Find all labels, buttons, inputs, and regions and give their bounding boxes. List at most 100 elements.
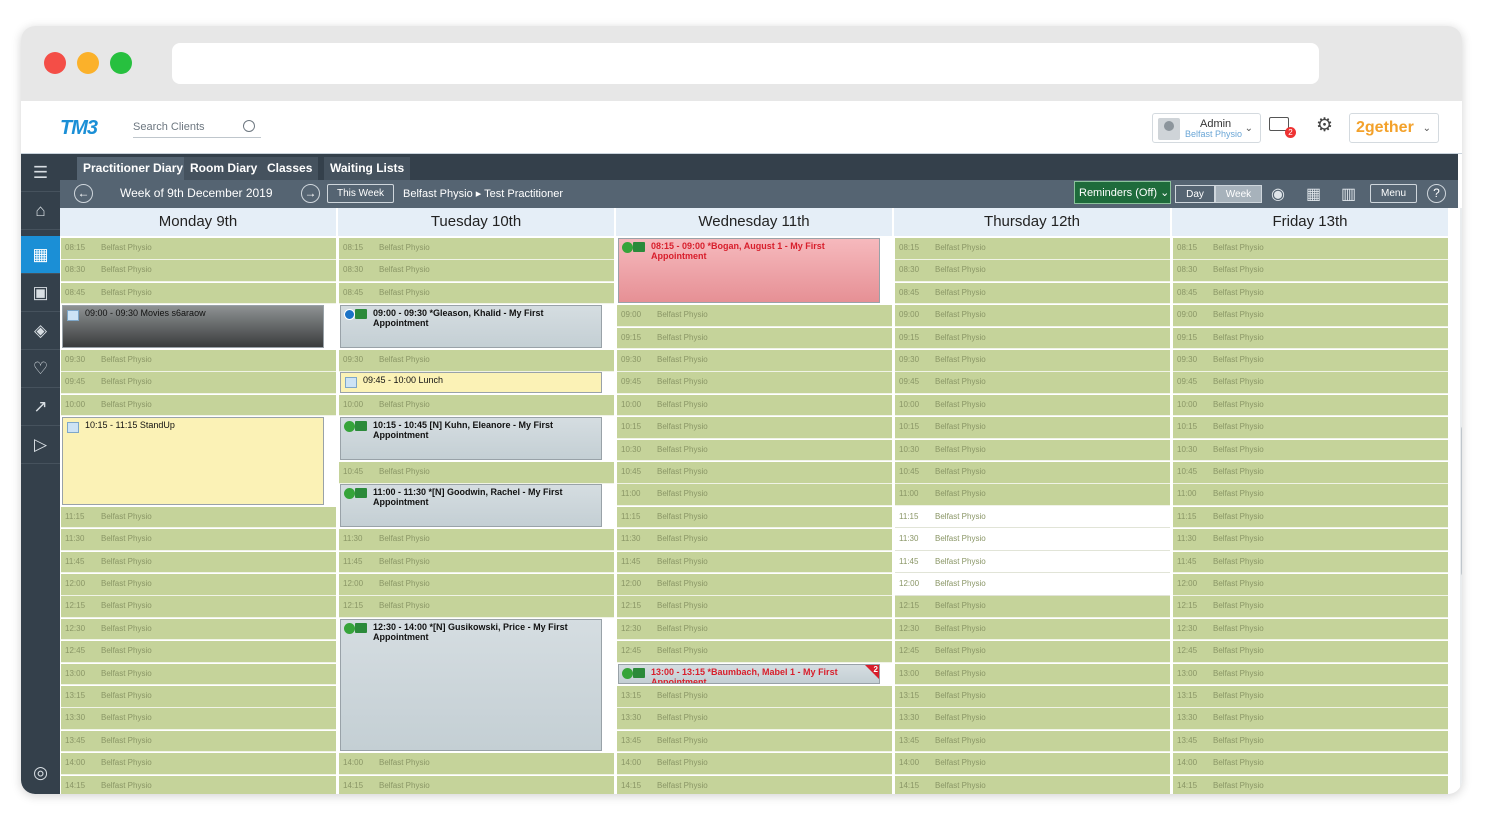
- time-slot[interactable]: 12:30 Belfast Physio: [1173, 618, 1448, 641]
- time-slot[interactable]: 14:00 Belfast Physio: [339, 753, 614, 775]
- time-slot[interactable]: 09:00 Belfast Physio: [895, 305, 1170, 327]
- time-slot[interactable]: 09:15 Belfast Physio: [895, 327, 1170, 350]
- home-icon[interactable]: ⌂: [21, 192, 60, 230]
- grid-calendar-icon[interactable]: ▦: [1306, 184, 1321, 204]
- tab-classes[interactable]: Classes: [261, 157, 319, 180]
- scrollbar-thumb[interactable]: [1461, 426, 1462, 576]
- time-slot[interactable]: 12:00 Belfast Physio: [61, 574, 336, 596]
- time-slot[interactable]: 13:45 Belfast Physio: [1173, 730, 1448, 753]
- tab-room-diary[interactable]: Room Diary: [184, 157, 264, 180]
- time-slot[interactable]: 08:30 Belfast Physio: [339, 260, 614, 282]
- time-slot[interactable]: 10:00 Belfast Physio: [1173, 394, 1448, 417]
- health-icon[interactable]: ♡: [21, 350, 60, 388]
- time-slot[interactable]: 09:30 Belfast Physio: [895, 350, 1170, 372]
- time-slot[interactable]: 11:15 Belfast Physio: [61, 506, 336, 529]
- appointment-block[interactable]: 13:00 - 13:15 *Baumbach, Mabel 1 - My Fi…: [618, 663, 880, 684]
- time-slot[interactable]: 11:45 Belfast Physio: [617, 551, 892, 574]
- time-slot[interactable]: 10:15 Belfast Physio: [1173, 417, 1448, 439]
- time-slot[interactable]: 10:00 Belfast Physio: [895, 394, 1170, 417]
- time-slot[interactable]: 12:30 Belfast Physio: [895, 618, 1170, 641]
- gear-icon[interactable]: ⚙: [1316, 114, 1333, 137]
- time-slot[interactable]: 14:15 Belfast Physio: [339, 775, 614, 794]
- appointment-block[interactable]: 09:45 - 10:00 Lunch: [340, 372, 602, 393]
- time-slot[interactable]: 08:15 Belfast Physio: [61, 238, 336, 260]
- practitioner-breadcrumb[interactable]: Belfast Physio ▸ Test Practitioner: [403, 187, 563, 200]
- time-slot[interactable]: 11:30 Belfast Physio: [895, 529, 1170, 551]
- time-slot[interactable]: 10:30 Belfast Physio: [617, 439, 892, 462]
- time-slot[interactable]: 12:00 Belfast Physio: [617, 574, 892, 596]
- this-week-button[interactable]: This Week: [327, 184, 394, 203]
- close-window-button[interactable]: [44, 52, 66, 74]
- time-slot[interactable]: 14:00 Belfast Physio: [617, 753, 892, 775]
- time-slot[interactable]: 12:15 Belfast Physio: [61, 596, 336, 618]
- time-slot[interactable]: 13:00 Belfast Physio: [1173, 663, 1448, 686]
- time-slot[interactable]: 09:45 Belfast Physio: [1173, 372, 1448, 394]
- time-slot[interactable]: 14:15 Belfast Physio: [895, 775, 1170, 794]
- time-slot[interactable]: 08:30 Belfast Physio: [61, 260, 336, 282]
- time-slot[interactable]: 14:15 Belfast Physio: [1173, 775, 1448, 794]
- chart-icon[interactable]: ▥: [1341, 184, 1356, 204]
- time-slot[interactable]: 08:15 Belfast Physio: [339, 238, 614, 260]
- time-slot[interactable]: 12:15 Belfast Physio: [339, 596, 614, 618]
- time-slot[interactable]: 11:00 Belfast Physio: [1173, 484, 1448, 506]
- time-slot[interactable]: 14:15 Belfast Physio: [61, 775, 336, 794]
- time-slot[interactable]: 13:15 Belfast Physio: [1173, 686, 1448, 708]
- time-slot[interactable]: 13:30 Belfast Physio: [1173, 708, 1448, 730]
- time-slot[interactable]: 13:30 Belfast Physio: [617, 708, 892, 730]
- time-slot[interactable]: 13:00 Belfast Physio: [61, 663, 336, 686]
- time-slot[interactable]: 12:45 Belfast Physio: [617, 641, 892, 663]
- time-slot[interactable]: 14:00 Belfast Physio: [895, 753, 1170, 775]
- time-slot[interactable]: 14:15 Belfast Physio: [617, 775, 892, 794]
- appointment-block[interactable]: 12:30 - 14:00 *[N] Gusikowski, Price - M…: [340, 618, 602, 752]
- time-slot[interactable]: 09:15 Belfast Physio: [617, 327, 892, 350]
- menu-button[interactable]: Menu: [1370, 184, 1417, 203]
- time-slot[interactable]: 08:45 Belfast Physio: [1173, 282, 1448, 305]
- search-clients-input[interactable]: Search Clients: [133, 118, 261, 138]
- time-slot[interactable]: 10:30 Belfast Physio: [895, 439, 1170, 462]
- time-slot[interactable]: 10:00 Belfast Physio: [339, 394, 614, 417]
- time-slot[interactable]: 08:15 Belfast Physio: [1173, 238, 1448, 260]
- time-slot[interactable]: 08:15 Belfast Physio: [895, 238, 1170, 260]
- chat-icon[interactable]: ◎: [21, 754, 60, 792]
- time-slot[interactable]: 13:45 Belfast Physio: [895, 730, 1170, 753]
- appointment-block[interactable]: 11:00 - 11:30 *[N] Goodwin, Rachel - My …: [340, 484, 602, 528]
- time-slot[interactable]: 12:00 Belfast Physio: [1173, 574, 1448, 596]
- time-slot[interactable]: 10:45 Belfast Physio: [339, 462, 614, 484]
- marketing-icon[interactable]: ▷: [21, 426, 60, 464]
- calendar-icon[interactable]: ▦: [21, 236, 60, 274]
- time-slot[interactable]: 10:00 Belfast Physio: [61, 394, 336, 417]
- time-slot[interactable]: 09:45 Belfast Physio: [895, 372, 1170, 394]
- reports-icon[interactable]: ↗: [21, 388, 60, 426]
- time-slot[interactable]: 12:45 Belfast Physio: [61, 641, 336, 663]
- time-slot[interactable]: 11:45 Belfast Physio: [339, 551, 614, 574]
- time-slot[interactable]: 13:30 Belfast Physio: [61, 708, 336, 730]
- reminders-dropdown[interactable]: Reminders (Off) ⌄: [1074, 181, 1171, 204]
- time-slot[interactable]: 09:45 Belfast Physio: [617, 372, 892, 394]
- time-slot[interactable]: 10:00 Belfast Physio: [617, 394, 892, 417]
- week-view-button[interactable]: Week: [1215, 185, 1262, 203]
- time-slot[interactable]: 11:00 Belfast Physio: [895, 484, 1170, 506]
- time-slot[interactable]: 12:00 Belfast Physio: [339, 574, 614, 596]
- time-slot[interactable]: 11:15 Belfast Physio: [895, 506, 1170, 529]
- time-slot[interactable]: 12:15 Belfast Physio: [895, 596, 1170, 618]
- time-slot[interactable]: 13:15 Belfast Physio: [61, 686, 336, 708]
- user-menu[interactable]: Admin Belfast Physio ⌄: [1152, 113, 1261, 143]
- time-slot[interactable]: 12:30 Belfast Physio: [61, 618, 336, 641]
- help-icon[interactable]: ?: [1427, 184, 1446, 203]
- time-slot[interactable]: 08:45 Belfast Physio: [61, 282, 336, 305]
- next-week-button[interactable]: →: [301, 184, 320, 203]
- time-slot[interactable]: 09:30 Belfast Physio: [1173, 350, 1448, 372]
- time-slot[interactable]: 12:15 Belfast Physio: [1173, 596, 1448, 618]
- time-slot[interactable]: 12:45 Belfast Physio: [895, 641, 1170, 663]
- appointment-block[interactable]: 09:00 - 09:30 Movies s6araow: [62, 305, 324, 348]
- time-slot[interactable]: 08:45 Belfast Physio: [895, 282, 1170, 305]
- time-slot[interactable]: 10:15 Belfast Physio: [895, 417, 1170, 439]
- time-slot[interactable]: 14:00 Belfast Physio: [1173, 753, 1448, 775]
- time-slot[interactable]: 10:30 Belfast Physio: [1173, 439, 1448, 462]
- time-slot[interactable]: 08:45 Belfast Physio: [339, 282, 614, 305]
- time-slot[interactable]: 11:15 Belfast Physio: [1173, 506, 1448, 529]
- time-slot[interactable]: 13:15 Belfast Physio: [617, 686, 892, 708]
- time-slot[interactable]: 08:30 Belfast Physio: [895, 260, 1170, 282]
- brand-menu[interactable]: 2gether ⌄: [1349, 113, 1439, 143]
- day-view-button[interactable]: Day: [1175, 185, 1215, 203]
